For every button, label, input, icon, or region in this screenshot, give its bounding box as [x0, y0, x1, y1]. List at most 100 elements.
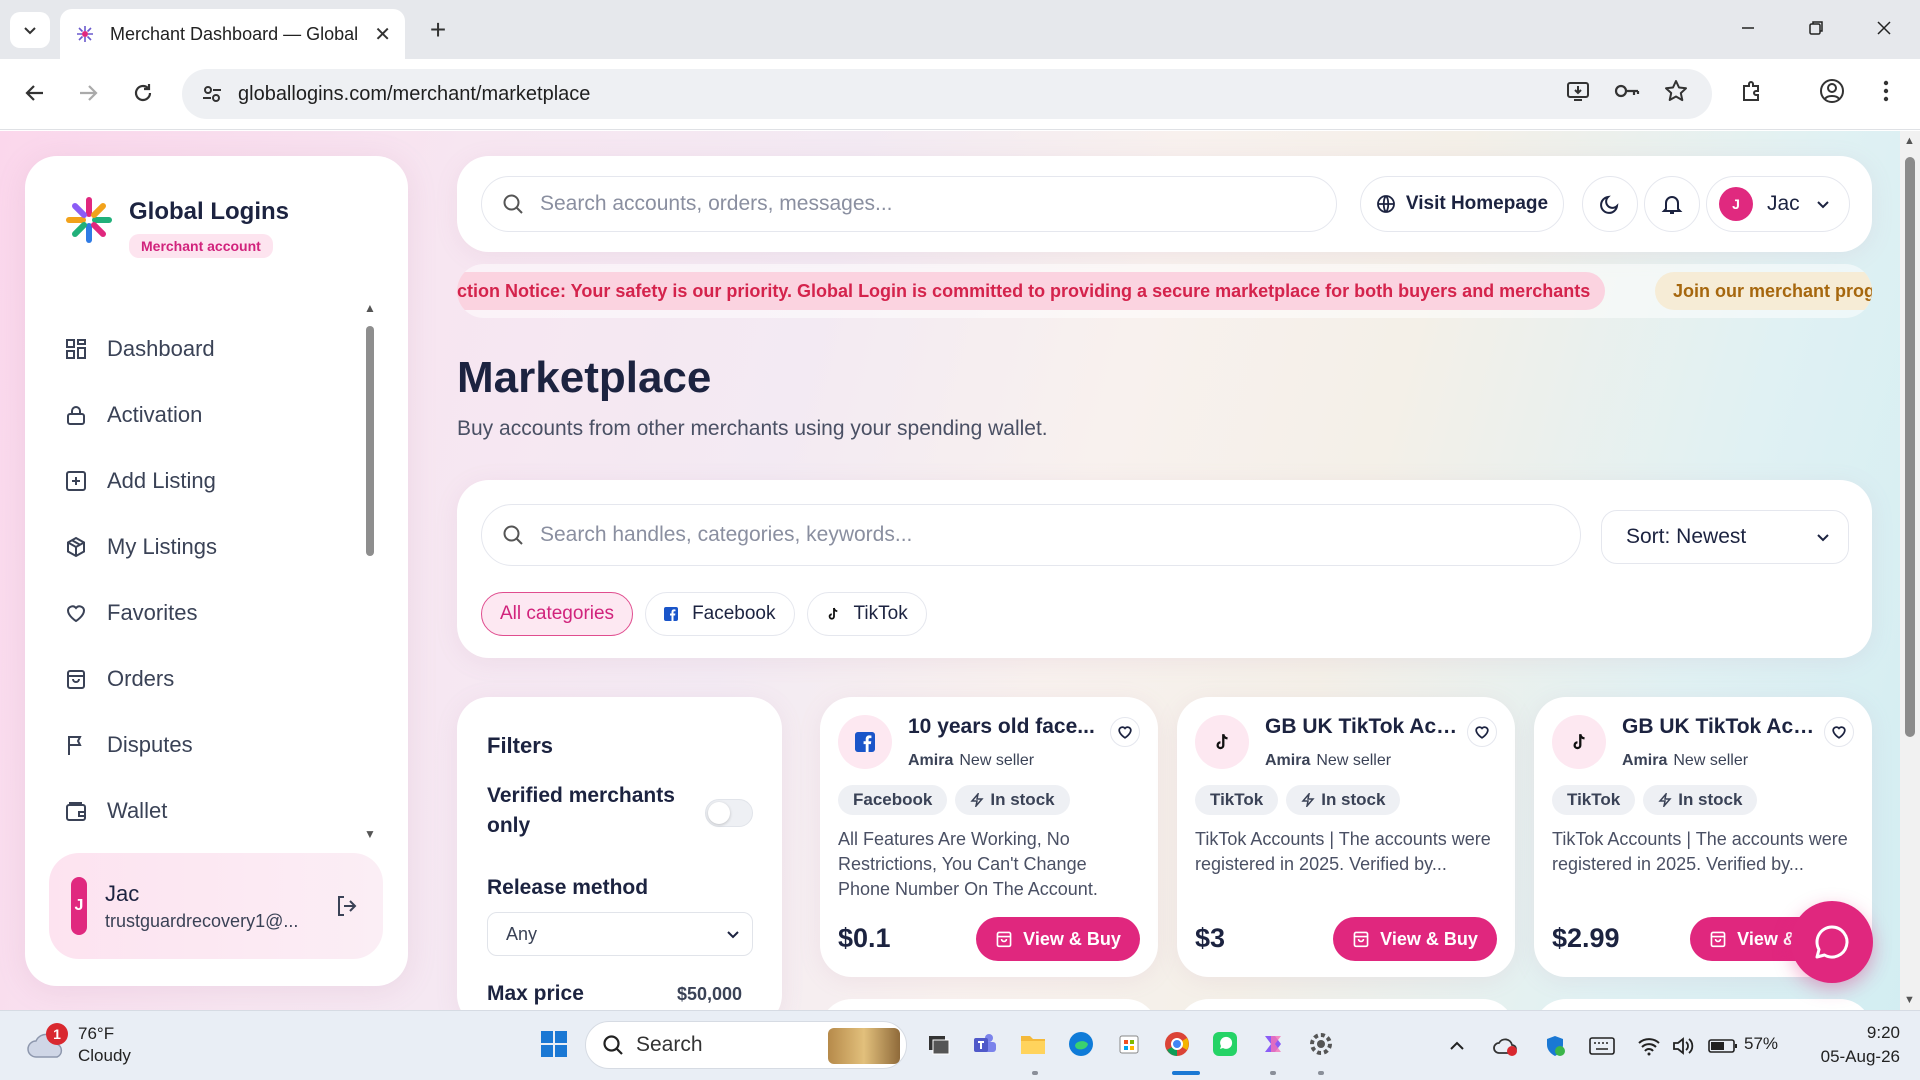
wifi-icon[interactable]: [1634, 1031, 1664, 1061]
clock[interactable]: 9:20 05-Aug-26: [1800, 1021, 1900, 1069]
sidebar-scrollbar[interactable]: ▲ ▼: [363, 301, 377, 841]
weather-widget[interactable]: 1 76°F Cloudy: [26, 1023, 131, 1067]
listing-title[interactable]: GB UK TikTok Acc...: [1622, 715, 1822, 739]
browser-tab-active[interactable]: Merchant Dashboard — Global ✕: [60, 9, 405, 59]
user-circle-icon: [1820, 79, 1844, 103]
bag-icon: [63, 666, 89, 692]
minimize-button[interactable]: [1720, 8, 1776, 48]
edge-icon[interactable]: [1064, 1027, 1098, 1061]
sidebar-item-dashboard[interactable]: Dashboard: [63, 316, 363, 382]
keyboard-icon[interactable]: [1587, 1031, 1617, 1061]
marketplace-search-input[interactable]: Search handles, categories, keywords...: [481, 504, 1581, 566]
listing-price: $2.99: [1552, 923, 1620, 953]
browser-menu-button[interactable]: [1868, 73, 1904, 109]
sidebar-item-add-listing[interactable]: Add Listing: [63, 448, 363, 514]
brand[interactable]: Global Logins Merchant account: [63, 194, 289, 258]
listing-card[interactable]: 10 years old face... Amira New seller Fac…: [820, 697, 1158, 977]
logout-button[interactable]: [333, 892, 361, 920]
chip-label: Facebook: [692, 603, 776, 624]
new-tab-button[interactable]: +: [420, 12, 456, 48]
close-window-button[interactable]: [1856, 8, 1912, 48]
chip-tiktok[interactable]: TikTok: [806, 592, 927, 636]
site-info-icon[interactable]: [200, 82, 224, 106]
task-view-icon[interactable]: [922, 1027, 956, 1061]
merchant-promo[interactable]: Join our merchant prog: [1655, 272, 1872, 310]
profile-button[interactable]: [1814, 73, 1850, 109]
seller-name[interactable]: Amira: [1265, 752, 1310, 769]
seller-name[interactable]: Amira: [908, 752, 953, 769]
listing-title[interactable]: GB UK TikTok Acc...: [1265, 715, 1465, 739]
extensions-button[interactable]: [1734, 73, 1770, 109]
sidebar-item-favorites[interactable]: Favorites: [63, 580, 363, 646]
taskbar-search[interactable]: Search: [585, 1021, 907, 1069]
account-type-badge: Merchant account: [129, 234, 273, 258]
view-and-buy-button[interactable]: View & Buy: [976, 917, 1140, 961]
scroll-down-icon[interactable]: ▼: [363, 827, 377, 841]
release-method-select[interactable]: Any: [487, 912, 753, 956]
chrome-icon[interactable]: [1160, 1027, 1194, 1061]
chip-label: All categories: [500, 603, 615, 624]
bag-icon: [1352, 930, 1370, 948]
settings-icon[interactable]: [1304, 1027, 1338, 1061]
reload-button[interactable]: [123, 73, 163, 113]
page-subtitle: Buy accounts from other merchants using …: [457, 417, 1048, 440]
sidebar-item-orders[interactable]: Orders: [63, 646, 363, 712]
sort-select[interactable]: Sort: Newest: [1601, 510, 1849, 564]
onedrive-icon[interactable]: [1491, 1031, 1521, 1061]
bookmark-button[interactable]: [1658, 73, 1694, 109]
page-scroll-thumb[interactable]: [1905, 157, 1915, 737]
favorite-button[interactable]: [1467, 717, 1497, 747]
security-shield-icon[interactable]: [1540, 1031, 1570, 1061]
back-button[interactable]: [15, 73, 55, 113]
file-explorer-icon[interactable]: [1016, 1027, 1050, 1061]
store-icon[interactable]: [1112, 1027, 1146, 1061]
sidebar-item-label: Dashboard: [107, 336, 215, 361]
scroll-up-icon[interactable]: ▲: [1904, 135, 1915, 147]
profile-menu-button[interactable]: J Jac: [1706, 176, 1850, 232]
start-button[interactable]: [540, 1030, 568, 1058]
tab-search-button[interactable]: [10, 12, 50, 48]
favorite-button[interactable]: [1110, 717, 1140, 747]
seller-status: New seller: [959, 752, 1035, 769]
scroll-down-icon[interactable]: ▼: [1904, 994, 1915, 1006]
listing-card[interactable]: GB UK TikTok Acc... Amira New seller TikT…: [1177, 697, 1515, 977]
chip-all-categories[interactable]: All categories: [481, 592, 634, 636]
sidebar-item-activation[interactable]: Activation: [63, 382, 363, 448]
app-indicator: [1318, 1071, 1324, 1075]
windows-taskbar: 1 76°F Cloudy Search 57% 9:20 05-Aug-26: [0, 1010, 1920, 1080]
forward-button[interactable]: [68, 73, 108, 113]
whatsapp-icon[interactable]: [1208, 1027, 1242, 1061]
restore-button[interactable]: [1788, 8, 1844, 48]
volume-icon[interactable]: [1668, 1031, 1698, 1061]
sidebar-item-disputes[interactable]: Disputes: [63, 712, 363, 778]
verified-merchants-toggle[interactable]: [705, 799, 753, 827]
address-bar[interactable]: globallogins.com/merchant/marketplace: [182, 69, 1712, 119]
copilot-icon[interactable]: [1256, 1027, 1290, 1061]
listing-title[interactable]: 10 years old face...: [908, 715, 1108, 739]
chip-facebook[interactable]: Facebook: [645, 592, 795, 636]
battery-icon[interactable]: [1708, 1031, 1738, 1061]
notifications-button[interactable]: [1644, 176, 1700, 232]
password-manager-button[interactable]: [1609, 73, 1645, 109]
sidebar-scroll-thumb[interactable]: [366, 326, 374, 556]
favorite-button[interactable]: [1824, 717, 1854, 747]
facebook-icon: [838, 715, 892, 769]
bag-icon: [995, 930, 1013, 948]
view-and-buy-button[interactable]: View & Buy: [1333, 917, 1497, 961]
wallet-icon: [63, 798, 89, 824]
theme-toggle-button[interactable]: [1582, 176, 1638, 232]
seller-name[interactable]: Amira: [1622, 752, 1667, 769]
site-favicon-icon: [74, 23, 96, 45]
visit-homepage-button[interactable]: Visit Homepage: [1360, 176, 1564, 232]
global-search-input[interactable]: Search accounts, orders, messages...: [481, 176, 1337, 232]
page-scrollbar[interactable]: ▲ ▼: [1900, 131, 1920, 1010]
tab-close-icon[interactable]: ✕: [374, 22, 391, 47]
teams-icon[interactable]: [968, 1027, 1002, 1061]
install-app-button[interactable]: [1560, 73, 1596, 109]
tray-overflow-icon[interactable]: [1442, 1031, 1472, 1061]
sidebar-item-my-listings[interactable]: My Listings: [63, 514, 363, 580]
listing-description: TikTok Accounts | The accounts were regi…: [1552, 829, 1848, 874]
scroll-up-icon[interactable]: ▲: [363, 301, 377, 315]
chat-button[interactable]: [1791, 901, 1873, 983]
sidebar-item-wallet[interactable]: Wallet: [63, 778, 363, 844]
